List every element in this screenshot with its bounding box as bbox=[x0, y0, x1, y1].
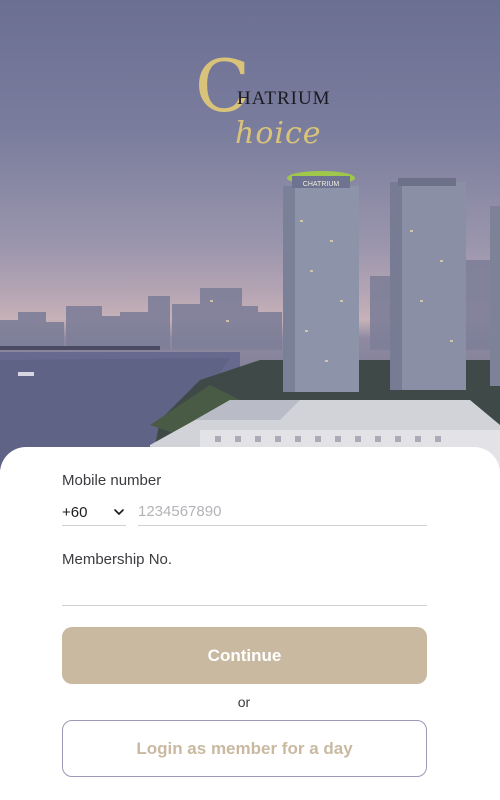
logo-script: hoice bbox=[235, 116, 322, 151]
chatrium-choice-logo: C HATRIUM hoice bbox=[195, 50, 340, 156]
phone-number-input[interactable] bbox=[138, 499, 427, 526]
membership-number-input[interactable] bbox=[62, 578, 427, 606]
building-sign: CHATRIUM bbox=[303, 181, 340, 188]
country-code-value: +60 bbox=[62, 503, 88, 521]
login-member-for-a-day-button[interactable]: Login as member for a day bbox=[62, 720, 427, 777]
continue-button[interactable]: Continue bbox=[62, 627, 427, 684]
chevron-down-icon bbox=[114, 509, 124, 515]
mobile-number-label: Mobile number bbox=[62, 472, 162, 489]
logo-initial: C bbox=[195, 44, 251, 128]
country-code-select[interactable]: +60 bbox=[62, 499, 126, 526]
hero-background: CHATRIUM C HATRIUM hoice bbox=[0, 0, 500, 470]
membership-number-label: Membership No. bbox=[62, 551, 173, 568]
or-divider-text: or bbox=[237, 694, 251, 710]
logo-wordmark: HATRIUM bbox=[237, 88, 331, 109]
